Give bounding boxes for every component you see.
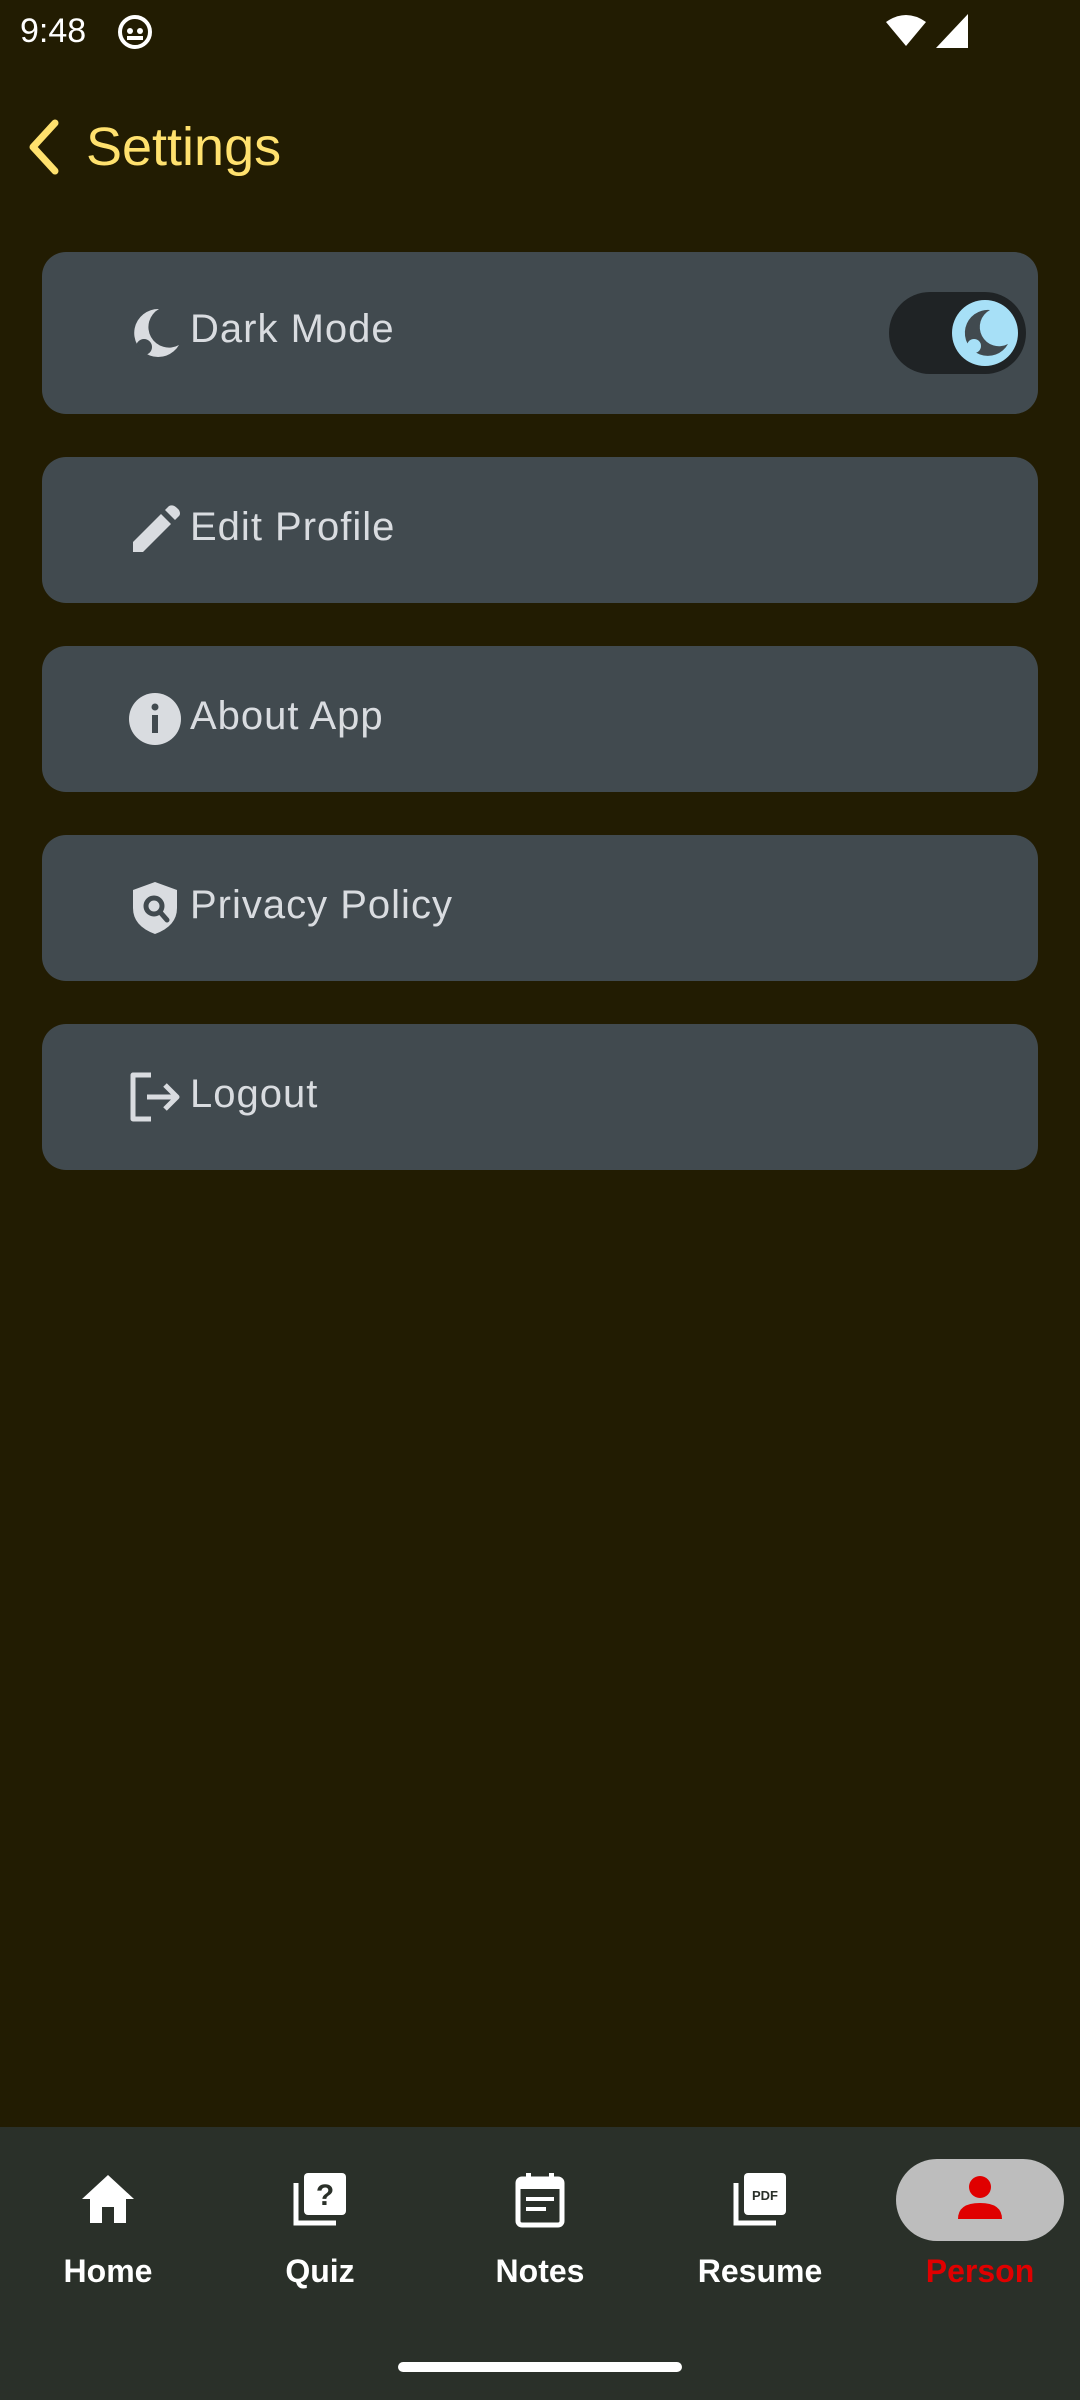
- privacy-policy-label: Privacy Policy: [190, 883, 453, 927]
- toggle-knob: [952, 300, 1018, 366]
- quiz-icon: ?: [290, 2169, 350, 2229]
- nav-item-home[interactable]: Home: [0, 2127, 216, 2327]
- nav-label-quiz: Quiz: [285, 2253, 355, 2289]
- about-app-label: About App: [190, 694, 384, 738]
- nav-item-resume[interactable]: PDF Resume: [652, 2127, 868, 2327]
- status-bar: 9:48: [0, 0, 1080, 62]
- nav-item-quiz[interactable]: ? Quiz: [212, 2127, 428, 2327]
- moon-icon: [964, 309, 1008, 356]
- about-app-card[interactable]: About App: [42, 646, 1038, 792]
- privacy-policy-card[interactable]: Privacy Policy: [42, 835, 1038, 981]
- logout-icon: [127, 1069, 183, 1125]
- info-icon: [127, 691, 183, 747]
- chevron-left-icon: [29, 119, 59, 175]
- nav-label-home: Home: [63, 2253, 153, 2289]
- logout-label: Logout: [190, 1072, 319, 1116]
- gesture-bar[interactable]: [398, 2362, 682, 2372]
- edit-profile-card[interactable]: Edit Profile: [42, 457, 1038, 603]
- dark-mode-icon: [127, 305, 183, 361]
- dark-mode-card: Dark Mode: [42, 252, 1038, 414]
- logout-card[interactable]: Logout: [42, 1024, 1038, 1170]
- svg-text:PDF: PDF: [752, 2188, 778, 2203]
- wifi-icon: [886, 14, 926, 48]
- dark-mode-label: Dark Mode: [190, 307, 395, 351]
- dark-mode-toggle[interactable]: [889, 292, 1026, 374]
- shield-search-icon: [127, 880, 183, 936]
- nav-label-resume: Resume: [697, 2253, 823, 2289]
- bottom-navigation: Home ? Quiz Notes PDF Resume Person: [0, 2127, 1080, 2400]
- status-time: 9:48: [20, 12, 87, 50]
- svg-text:?: ?: [316, 2179, 334, 2212]
- app-bar: Settings: [0, 100, 1080, 200]
- nav-label-notes: Notes: [495, 2253, 585, 2289]
- back-button[interactable]: [18, 114, 68, 180]
- notification-app-icon: [117, 14, 153, 50]
- notes-icon: [510, 2169, 570, 2229]
- nav-label-person: Person: [925, 2253, 1035, 2289]
- page-title: Settings: [86, 117, 282, 177]
- home-icon: [78, 2169, 138, 2229]
- pencil-icon: [127, 502, 183, 558]
- person-icon: [950, 2169, 1010, 2229]
- edit-profile-label: Edit Profile: [190, 505, 396, 549]
- nav-item-notes[interactable]: Notes: [432, 2127, 648, 2327]
- signal-icon: [936, 14, 968, 48]
- pdf-icon: PDF: [730, 2169, 790, 2229]
- nav-item-person[interactable]: Person: [872, 2127, 1080, 2327]
